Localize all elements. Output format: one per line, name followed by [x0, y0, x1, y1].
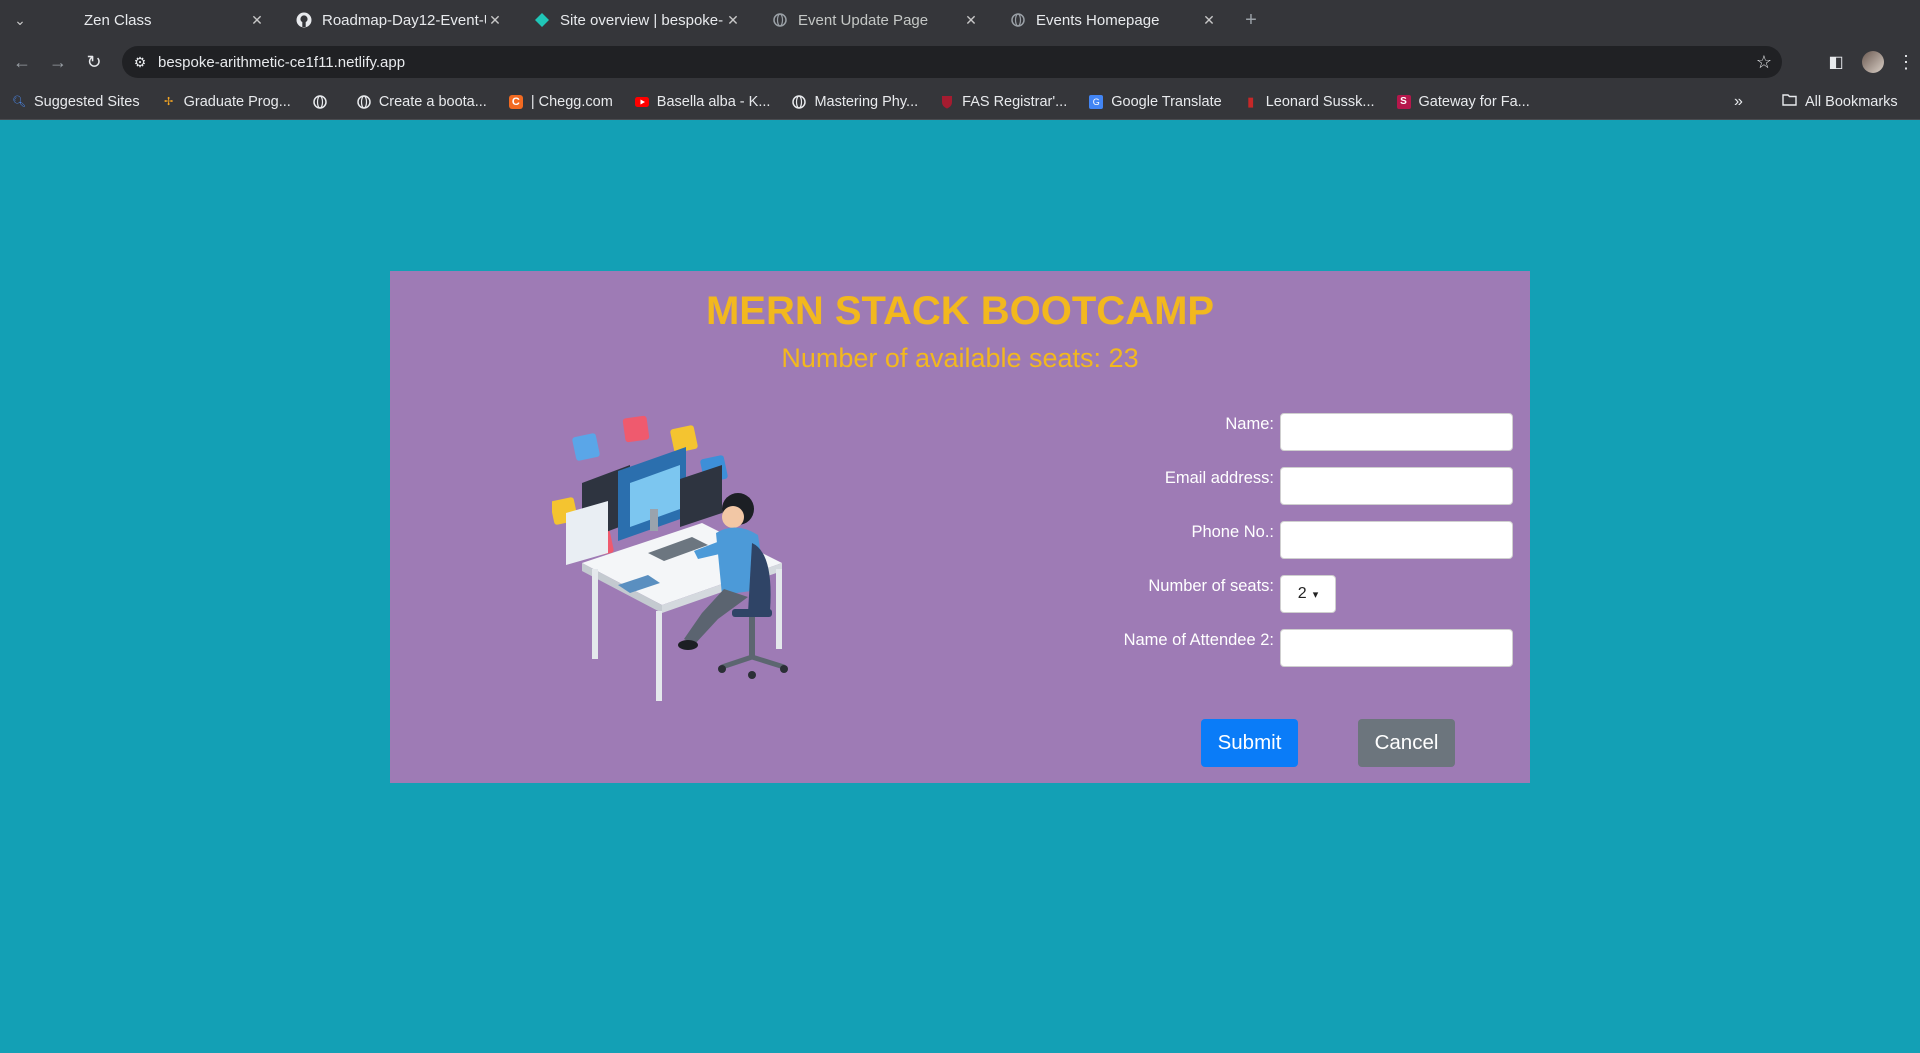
page-title: MERN STACK BOOTCAMP [705, 289, 1215, 333]
url-text[interactable]: bespoke-arithmetic-ce1f11.netlify.app [158, 54, 1746, 71]
tab-title: Event Update Page [798, 11, 929, 29]
back-arrow-icon[interactable]: ← [4, 52, 40, 73]
tab-zen-class[interactable]: Zen Class ✕ [40, 0, 278, 40]
tab-search-icon[interactable]: ⌄ [0, 0, 40, 40]
address-bar[interactable]: ⚙ bespoke-arithmetic-ce1f11.netlify.app … [122, 46, 1782, 78]
close-icon[interactable]: ✕ [248, 12, 266, 29]
seats-select-value: 2 [1297, 585, 1307, 602]
tab-title: Roadmap-Day12-Event-U [322, 11, 486, 29]
attendee2-row: Name of Attendee 2: [1080, 629, 1513, 667]
phone-input[interactable] [1280, 521, 1513, 559]
tab-event-update[interactable]: Event Update Page ✕ [754, 0, 992, 40]
bookmark-label: | Chegg.com [530, 93, 613, 110]
cancel-button[interactable]: Cancel [1358, 719, 1455, 767]
tab-title: Site overview | bespoke- [560, 11, 724, 29]
search-icon: 🔍︎ [12, 96, 26, 108]
bookmark-label: Basella alba - K... [656, 93, 771, 110]
phone-label: Phone No.: [1191, 523, 1274, 541]
all-bookmarks-label: All Bookmarks [1805, 94, 1898, 110]
bookmark-label: Suggested Sites [34, 93, 140, 110]
phone-row: Phone No.: [1080, 521, 1513, 559]
bookmark-label: Google Translate [1111, 93, 1222, 110]
close-icon[interactable]: ✕ [1200, 12, 1218, 29]
bookmarks-bar: 🔍︎ Suggested Sites ✢ Graduate Prog... Cr… [0, 84, 1920, 120]
browser-toolbar: ← → ↻ ⚙ bespoke-arithmetic-ce1f11.netlif… [0, 40, 1920, 84]
bookmark-mastering-physics[interactable]: Mastering Phy... [792, 94, 918, 110]
all-bookmarks-button[interactable]: All Bookmarks [1782, 84, 1898, 120]
forward-arrow-icon[interactable]: → [40, 52, 76, 73]
translate-icon: G [1089, 94, 1104, 109]
site-info-icon[interactable]: ⚙ [122, 54, 158, 71]
name-input[interactable] [1280, 413, 1513, 451]
netlify-icon [534, 12, 550, 28]
globe-icon [772, 12, 788, 28]
close-icon[interactable]: ✕ [724, 12, 742, 29]
globe-icon [1010, 12, 1026, 28]
tab-site-overview[interactable]: Site overview | bespoke- ✕ [516, 0, 754, 40]
toolbar-right: ◧ ⋮ [1818, 46, 1920, 78]
globe-icon [313, 94, 327, 109]
bookmark-google-translate[interactable]: G Google Translate [1089, 93, 1222, 110]
reload-icon[interactable]: ↻ [76, 52, 112, 73]
bookmark-chegg[interactable]: C | Chegg.com [508, 93, 613, 110]
attendee2-input[interactable] [1280, 629, 1513, 667]
registration-card: MERN STACK BOOTCAMP Number of available … [390, 271, 1530, 783]
globe-icon [792, 94, 807, 109]
bookmark-basella[interactable]: Basella alba - K... [634, 93, 771, 110]
tab-roadmap[interactable]: Roadmap-Day12-Event-U ✕ [278, 0, 516, 40]
tab-title: Events Homepage [1036, 11, 1160, 29]
side-panel-icon[interactable]: ◧ [1818, 52, 1854, 72]
bookmark-suggested-sites[interactable]: 🔍︎ Suggested Sites [12, 94, 140, 110]
tab-events-homepage[interactable]: Events Homepage ✕ [992, 0, 1230, 40]
bookmark-label: Leonard Sussk... [1265, 93, 1375, 110]
bookmark-label: Mastering Phy... [814, 93, 919, 110]
attendee2-label: Name of Attendee 2: [1123, 631, 1274, 649]
bookmark-globe[interactable] [313, 94, 335, 109]
stanford-icon: ▮ [1247, 93, 1255, 109]
blank-favicon-icon [58, 12, 74, 28]
gateway-icon: S [1396, 94, 1411, 109]
developer-at-desk-illustration [552, 415, 788, 701]
menu-kebab-icon[interactable]: ⋮ [1892, 52, 1920, 73]
tab-title: Zen Class [84, 11, 152, 29]
name-row: Name: [1080, 413, 1513, 451]
seats-label: Number of seats: [1148, 577, 1274, 595]
chegg-icon: C [508, 94, 523, 109]
bookmark-gateway[interactable]: S Gateway for Fa... [1396, 93, 1530, 110]
bookmark-graduate[interactable]: ✢ Graduate Prog... [162, 94, 291, 110]
profile-avatar[interactable] [1862, 51, 1884, 73]
globe-icon [357, 94, 371, 109]
youtube-icon [634, 95, 649, 109]
more-bookmarks-chevron-icon[interactable]: » [1734, 84, 1743, 120]
bookmark-create-bootable[interactable]: Create a boota... [357, 94, 487, 110]
email-input[interactable] [1280, 467, 1513, 505]
seats-select[interactable]: 2 ▾ [1280, 575, 1336, 613]
bookmark-label: Graduate Prog... [183, 93, 291, 110]
folder-icon [1782, 94, 1797, 110]
bookmark-label: FAS Registrar'... [962, 93, 1068, 110]
close-icon[interactable]: ✕ [962, 12, 980, 29]
github-icon [296, 12, 312, 28]
graduate-icon: ✢ [164, 96, 174, 108]
bookmark-leonard-susskind[interactable]: ▮ Leonard Sussk... [1244, 93, 1375, 110]
close-icon[interactable]: ✕ [486, 12, 504, 29]
email-row: Email address: [1080, 467, 1513, 505]
shield-icon [940, 95, 954, 109]
name-label: Name: [1225, 415, 1274, 433]
tab-strip: ⌄ Zen Class ✕ Roadmap-Day12-Event-U ✕ Si… [0, 0, 1920, 40]
seats-row: Number of seats: 2 ▾ [1080, 575, 1508, 613]
bookmark-fas-registrar[interactable]: FAS Registrar'... [940, 94, 1067, 110]
bookmark-star-icon[interactable]: ☆ [1746, 52, 1782, 73]
email-label: Email address: [1164, 469, 1274, 487]
new-tab-plus-icon[interactable]: + [1236, 9, 1266, 32]
bookmark-label: Gateway for Fa... [1418, 93, 1530, 110]
bookmark-label: Create a boota... [378, 93, 487, 110]
available-seats-text: Number of available seats: 23 [781, 343, 1139, 373]
submit-button[interactable]: Submit [1201, 719, 1298, 767]
chevron-down-icon: ▾ [1312, 588, 1319, 601]
